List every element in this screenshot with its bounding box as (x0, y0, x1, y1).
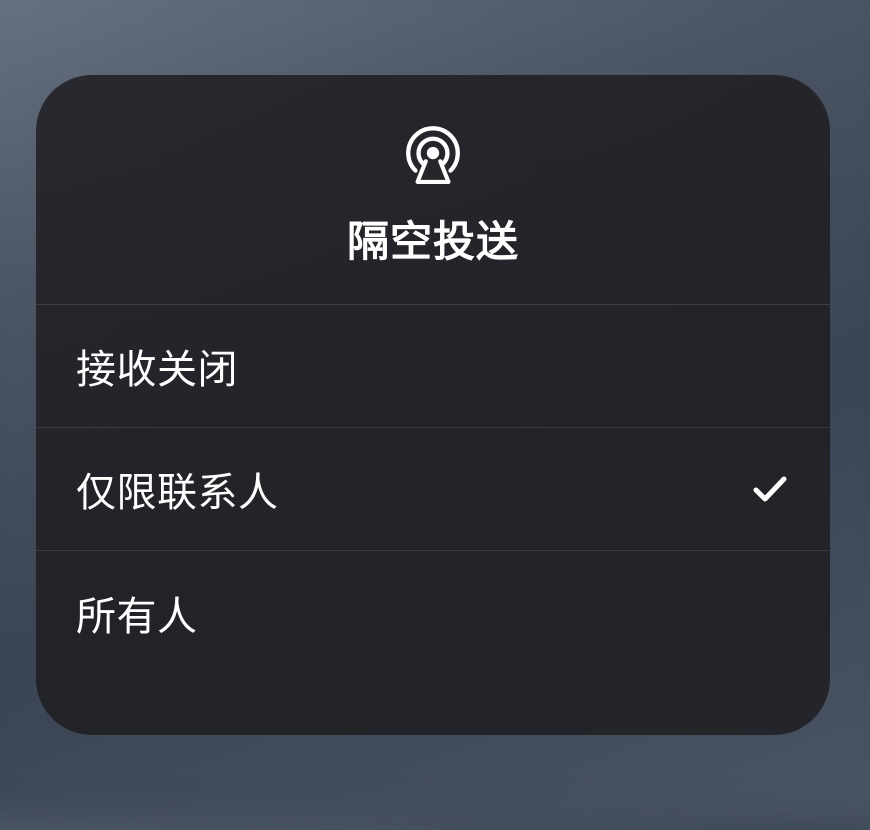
airdrop-panel: 隔空投送 接收关闭 仅限联系人 所有人 (36, 75, 830, 735)
panel-title: 隔空投送 (347, 208, 519, 269)
option-label: 所有人 (76, 584, 198, 642)
airdrop-icon (400, 120, 466, 186)
option-list: 接收关闭 仅限联系人 所有人 (36, 305, 830, 735)
option-label: 仅限联系人 (76, 460, 279, 518)
checkmark-icon (750, 469, 790, 509)
option-label: 接收关闭 (76, 337, 238, 395)
option-contacts-only[interactable]: 仅限联系人 (36, 428, 830, 551)
option-receiving-off[interactable]: 接收关闭 (36, 305, 830, 428)
panel-header: 隔空投送 (36, 75, 830, 305)
option-everyone[interactable]: 所有人 (36, 551, 830, 674)
